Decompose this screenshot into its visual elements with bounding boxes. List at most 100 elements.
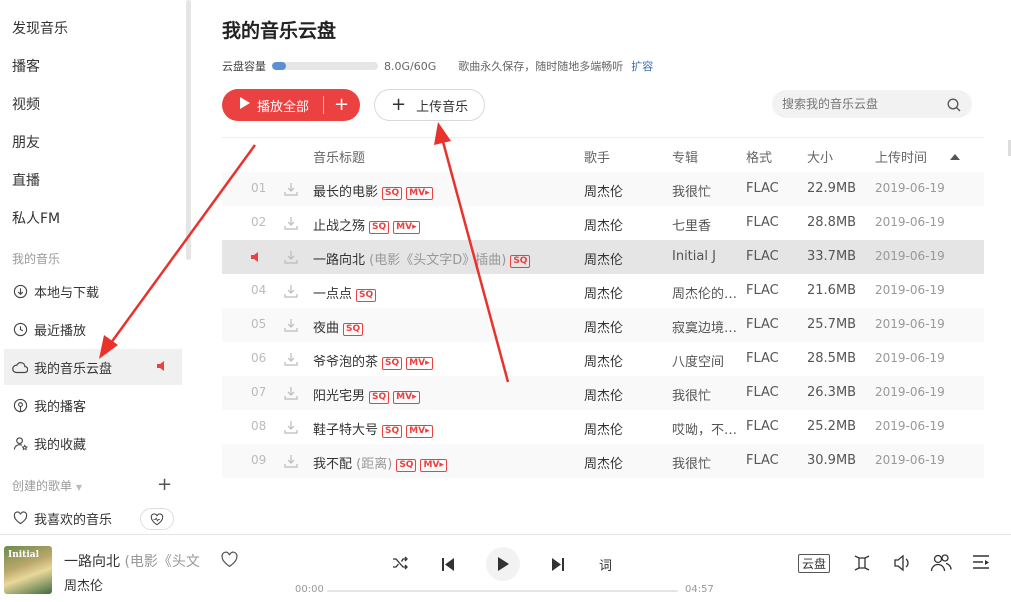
mv-badge[interactable]: MV▸ [393, 221, 420, 234]
artist-cell[interactable]: 周杰伦 [584, 249, 623, 268]
mv-badge[interactable]: MV▸ [406, 357, 433, 370]
album-cell[interactable]: 八度空间 [672, 351, 724, 370]
download-icon[interactable] [284, 250, 298, 268]
cloud-icon [12, 359, 28, 375]
album-cell[interactable]: 哎呦，不… [672, 419, 737, 438]
download-icon[interactable] [284, 182, 298, 200]
listen-together-icon[interactable] [930, 553, 952, 577]
download-icon[interactable] [284, 386, 298, 404]
sidebar-item-cloud-disk[interactable]: 我的音乐云盘 [4, 349, 182, 385]
column-album[interactable]: 专辑 [672, 147, 698, 166]
lyrics-button[interactable]: 词 [599, 555, 612, 574]
column-size[interactable]: 大小 [807, 147, 833, 166]
download-icon[interactable] [284, 318, 298, 336]
add-playlist-button[interactable]: + [157, 474, 172, 495]
mv-badge[interactable]: MV▸ [420, 459, 447, 472]
artist-cell[interactable]: 周杰伦 [584, 215, 623, 234]
nav-live[interactable]: 直播 [12, 170, 40, 190]
song-title[interactable]: 阳光宅男 [313, 389, 365, 404]
table-row[interactable]: 01 最长的电影 SQ MV▸ 周杰伦 我很忙 FLAC 22.9MB 2019-06-19 [222, 172, 984, 206]
expand-capacity-link[interactable]: 扩容 [631, 58, 653, 74]
volume-icon[interactable] [893, 554, 911, 576]
song-title[interactable]: 一路向北 [313, 253, 365, 268]
play-pause-button[interactable] [486, 547, 520, 581]
table-row[interactable]: 08 鞋子特大号 SQ MV▸ 周杰伦 哎呦，不… FLAC 25.2MB 2019-06-19 [222, 410, 984, 444]
search-input[interactable] [772, 90, 972, 118]
nav-podcast[interactable]: 播客 [12, 56, 40, 76]
album-cell[interactable]: 我很忙 [672, 385, 711, 404]
artist-cell[interactable]: 周杰伦 [584, 453, 623, 472]
song-title[interactable]: 止战之殇 [313, 219, 365, 234]
artist-cell[interactable]: 周杰伦 [584, 181, 623, 200]
search-icon[interactable] [947, 97, 961, 116]
table-row[interactable]: 06 爷爷泡的茶 SQ MV▸ 周杰伦 八度空间 FLAC 28.5MB 2019-06-19 [222, 342, 984, 376]
song-title[interactable]: 爷爷泡的茶 [313, 355, 378, 370]
capacity-value: 8.0G/60G [384, 59, 437, 73]
plus-icon: + [391, 94, 407, 115]
playlist-queue-icon[interactable] [972, 554, 990, 574]
download-icon[interactable] [284, 352, 298, 370]
artist-cell[interactable]: 周杰伦 [584, 351, 623, 370]
previous-track-icon[interactable] [442, 556, 454, 575]
sidebar-item-recent[interactable]: 最近播放 [4, 311, 182, 347]
artist-cell[interactable]: 周杰伦 [584, 317, 623, 336]
sidebar-item-favorite[interactable]: 我喜欢的音乐 [4, 500, 182, 534]
album-cell[interactable]: 七里香 [672, 215, 711, 234]
album-cell[interactable]: 寂寞边境… [672, 317, 737, 336]
table-row[interactable]: 02 止战之殇 SQ MV▸ 周杰伦 七里香 FLAC 28.8MB 2019-06-19 [222, 206, 984, 240]
sidebar-item-my-podcast[interactable]: 我的播客 [4, 387, 182, 423]
song-title[interactable]: 我不配 [313, 457, 352, 472]
table-row[interactable]: 04 一点点 SQ 周杰伦 周杰伦的… FLAC 21.6MB 2019-06-19 [222, 274, 984, 308]
album-cell[interactable]: 我很忙 [672, 453, 711, 472]
song-title[interactable]: 夜曲 [313, 321, 339, 336]
nav-video[interactable]: 视频 [12, 94, 40, 114]
nav-personal-fm[interactable]: 私人FM [12, 208, 60, 228]
artist-cell[interactable]: 周杰伦 [584, 283, 623, 302]
column-artist[interactable]: 歌手 [584, 147, 610, 166]
song-table: 音乐标题 歌手 专辑 格式 大小 上传时间 01 最长的电影 SQ MV▸ 周杰伦 我很忙… [222, 137, 984, 493]
sort-ascending-icon[interactable] [950, 149, 960, 164]
album-cell[interactable]: Initial J [672, 249, 716, 264]
download-icon[interactable] [284, 454, 298, 472]
song-title[interactable]: 鞋子特大号 [313, 423, 378, 438]
size-cell: 25.2MB [807, 419, 857, 434]
download-icon[interactable] [284, 420, 298, 438]
add-to-queue-icon[interactable]: + [334, 96, 349, 114]
sidebar-item-local-download[interactable]: 本地与下载 [4, 273, 182, 309]
sidebar-scrollbar[interactable] [186, 0, 191, 260]
now-playing-artist[interactable]: 周杰伦 [64, 575, 103, 594]
song-title[interactable]: 一点点 [313, 287, 352, 302]
column-upload-time[interactable]: 上传时间 [875, 147, 927, 166]
created-playlists-label[interactable]: 创建的歌单 ▼ [12, 477, 82, 494]
mv-badge[interactable]: MV▸ [406, 187, 433, 200]
mv-badge[interactable]: MV▸ [393, 391, 420, 404]
nav-discover[interactable]: 发现音乐 [12, 18, 68, 38]
nav-friends[interactable]: 朋友 [12, 132, 40, 152]
table-row[interactable]: 07 阳光宅男 SQ MV▸ 周杰伦 我很忙 FLAC 26.3MB 2019-06-19 [222, 376, 984, 410]
like-heart-icon[interactable] [220, 551, 239, 572]
table-row[interactable]: 05 夜曲 SQ 周杰伦 寂寞边境… FLAC 25.7MB 2019-06-19 [222, 308, 984, 342]
sidebar-item-my-collection[interactable]: 我的收藏 [4, 425, 182, 461]
mv-badge[interactable]: MV▸ [406, 425, 433, 438]
cloud-disk-button[interactable]: 云盘 [798, 554, 830, 573]
artist-cell[interactable]: 周杰伦 [584, 419, 623, 438]
upload-date-cell: 2019-06-19 [875, 351, 945, 365]
download-icon[interactable] [284, 216, 298, 234]
album-cell[interactable]: 周杰伦的… [672, 283, 737, 302]
song-title[interactable]: 最长的电影 [313, 185, 378, 200]
table-row[interactable]: 一路向北 (电影《头文字D》插曲) SQ 周杰伦 Initial J FLAC 33.7M… [222, 240, 984, 274]
album-cell[interactable]: 我很忙 [672, 181, 711, 200]
table-row[interactable]: 09 我不配 (距离) SQ MV▸ 周杰伦 我很忙 FLAC 30.9MB 2019-06-1… [222, 444, 984, 478]
play-all-button[interactable]: 播放全部 + [222, 89, 360, 121]
column-title[interactable]: 音乐标题 [313, 147, 365, 166]
upload-music-button[interactable]: + 上传音乐 [374, 89, 485, 121]
next-track-icon[interactable] [552, 556, 564, 575]
artist-cell[interactable]: 周杰伦 [584, 385, 623, 404]
sound-effect-icon[interactable] [852, 553, 872, 577]
album-cover[interactable]: Initial [4, 546, 52, 594]
progress-bar[interactable] [327, 590, 678, 592]
download-icon[interactable] [284, 284, 298, 302]
heartbeat-mode-button[interactable] [140, 508, 174, 530]
column-format[interactable]: 格式 [746, 147, 772, 166]
shuffle-icon[interactable] [392, 555, 408, 574]
